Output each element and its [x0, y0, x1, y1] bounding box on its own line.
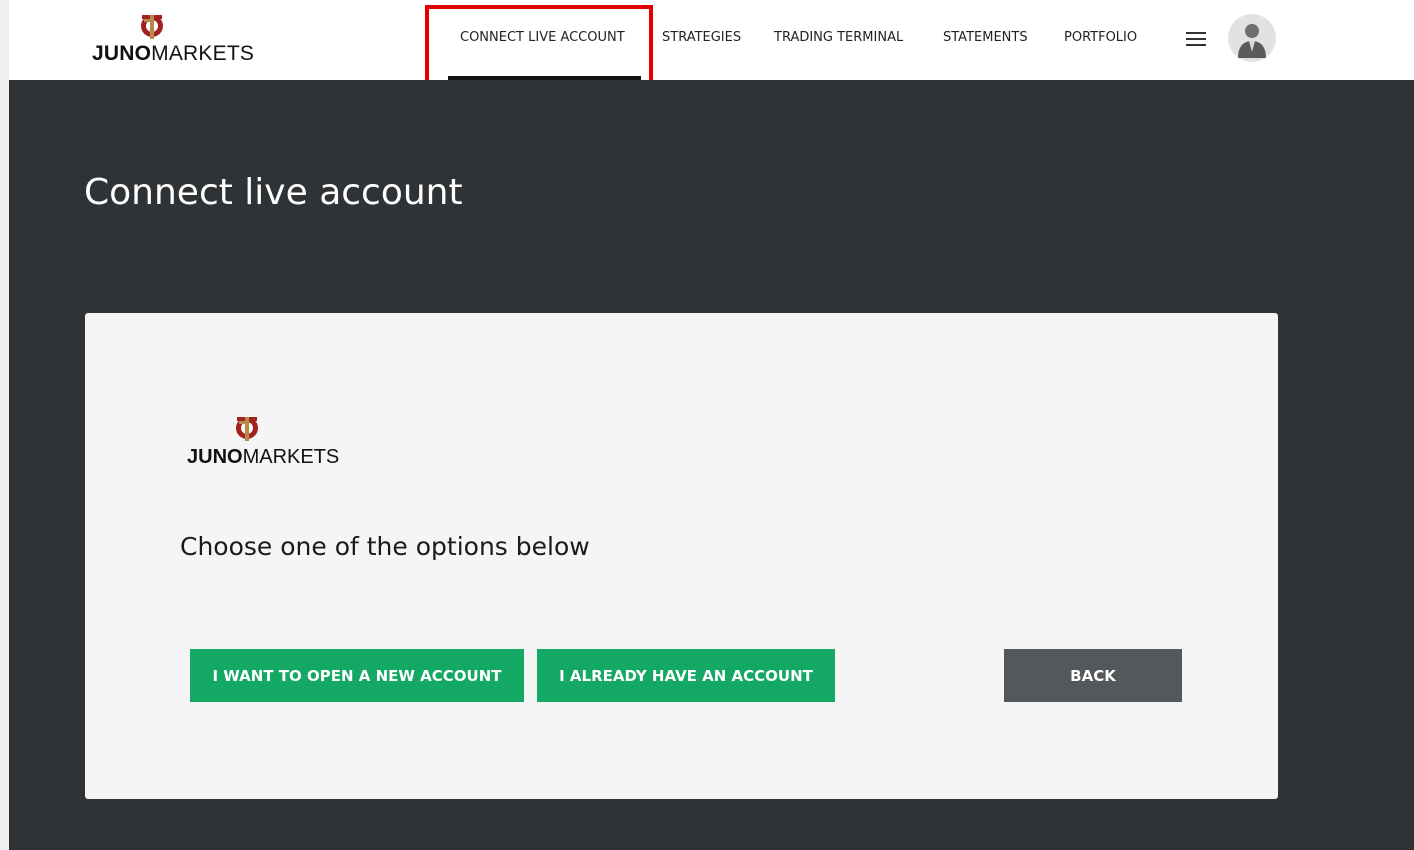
- user-avatar-icon: [1228, 14, 1276, 62]
- card-brand-name-rest: MARKETS: [242, 446, 340, 468]
- user-avatar[interactable]: [1228, 14, 1276, 62]
- already-have-account-button[interactable]: I ALREADY HAVE AN ACCOUNT: [537, 649, 835, 702]
- nav-connect-live-account[interactable]: CONNECT LIVE ACCOUNT: [460, 30, 625, 45]
- nav-trading-terminal[interactable]: TRADING TERMINAL: [774, 30, 903, 45]
- nav-statements[interactable]: STATEMENTS: [943, 30, 1028, 45]
- page-title: Connect live account: [84, 172, 463, 213]
- juno-logo-icon: [236, 417, 258, 441]
- card-brand-wordmark: JUNOMARKETS: [187, 446, 339, 469]
- brand-wordmark: JUNOMARKETS: [92, 42, 254, 66]
- nav-strategies[interactable]: STRATEGIES: [662, 30, 741, 45]
- hamburger-menu-icon[interactable]: [1186, 31, 1206, 47]
- open-new-account-button[interactable]: I WANT TO OPEN A NEW ACCOUNT: [190, 649, 524, 702]
- nav-portfolio[interactable]: PORTFOLIO: [1064, 30, 1137, 45]
- window-edge: [0, 0, 9, 850]
- header-brand-logo[interactable]: JUNOMARKETS: [92, 12, 264, 66]
- brand-name-rest: MARKETS: [151, 42, 255, 65]
- card-brand-logo: JUNOMARKETS: [187, 414, 359, 470]
- back-button[interactable]: BACK: [1004, 649, 1182, 702]
- card-brand-name-strong: JUNO: [187, 446, 243, 468]
- brand-name-strong: JUNO: [92, 42, 152, 65]
- juno-logo-icon: [141, 15, 163, 39]
- instruction-text: Choose one of the options below: [180, 532, 590, 561]
